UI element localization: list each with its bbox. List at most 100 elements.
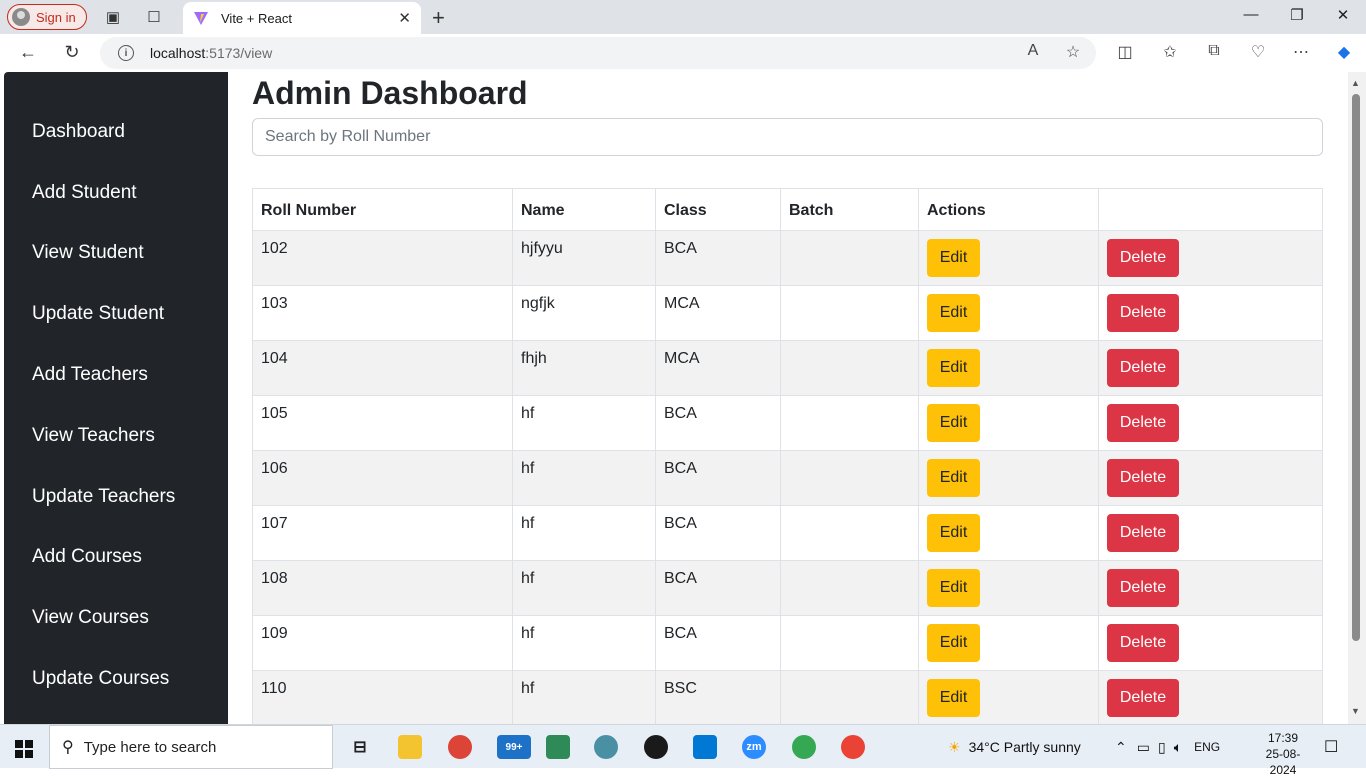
edit-button[interactable]: Edit (927, 679, 980, 717)
scroll-down-icon[interactable]: ▼ (1351, 706, 1360, 716)
cell-batch (780, 395, 919, 451)
column-header-empty (1098, 188, 1323, 231)
weather-text: 34°C Partly sunny (968, 739, 1081, 755)
sidebar-item-add-student[interactable]: Add Student (32, 182, 137, 204)
favorite-star-icon[interactable]: ☆ (1062, 42, 1084, 62)
file-explorer-icon[interactable] (398, 735, 422, 759)
favorites-icon[interactable]: ✩ (1159, 42, 1181, 62)
notifications-icon[interactable]: ☐ (1324, 725, 1338, 769)
cell-edit-action: Edit (918, 615, 1099, 671)
edit-button[interactable]: Edit (927, 404, 980, 442)
edit-button[interactable]: Edit (927, 459, 980, 497)
mongodb-icon[interactable] (644, 735, 668, 759)
sidebar-item-view-courses[interactable]: View Courses (32, 607, 149, 629)
clock-time: 17:39 (1267, 731, 1299, 745)
chrome-icon[interactable] (448, 735, 472, 759)
back-icon[interactable]: ← (16, 42, 40, 63)
cell-delete-action: Delete (1098, 395, 1323, 451)
cell-roll-number: 104 (252, 340, 513, 396)
refresh-icon[interactable]: ↻ (60, 42, 84, 63)
read-aloud-icon[interactable]: A (1022, 42, 1044, 60)
vscode-icon[interactable] (693, 735, 717, 759)
browser-essentials-icon[interactable]: ♡ (1247, 42, 1269, 62)
new-tab-icon[interactable]: + (432, 5, 445, 31)
mail-icon[interactable]: 99+ (497, 735, 531, 759)
edit-button[interactable]: Edit (927, 569, 980, 607)
split-screen-icon[interactable]: ◫ (1114, 42, 1136, 62)
edit-button[interactable]: Edit (927, 349, 980, 387)
sidebar-item-view-student[interactable]: View Student (32, 242, 144, 264)
delete-button[interactable]: Delete (1107, 624, 1179, 662)
sidebar-item-update-student[interactable]: Update Student (32, 303, 164, 325)
page-scrollbar[interactable]: ▲ ▼ (1348, 72, 1366, 724)
edit-button[interactable]: Edit (927, 239, 980, 277)
cell-roll-number: 108 (252, 560, 513, 616)
clock-date: 25-08-2024 (1265, 747, 1301, 777)
windows-start-icon[interactable] (15, 740, 33, 758)
sidebar-item-add-teachers[interactable]: Add Teachers (32, 364, 148, 386)
taskbar-clock[interactable]: 17:39 25-08-2024 (1254, 730, 1312, 778)
close-tab-icon[interactable]: ✕ (398, 9, 411, 27)
close-window-icon[interactable]: ✕ (1328, 6, 1358, 24)
task-view-icon[interactable]: ⊟ (348, 735, 372, 759)
delete-button[interactable]: Delete (1107, 679, 1179, 717)
sidebar-item-view-teachers[interactable]: View Teachers (32, 425, 155, 447)
delete-button[interactable]: Delete (1107, 239, 1179, 277)
workspaces-icon[interactable]: ▣ (103, 7, 123, 27)
cell-batch (780, 505, 919, 561)
table-row: 108 hf BCA Edit Delete (252, 560, 1323, 616)
profile-icon (12, 8, 30, 26)
sidebar-item-update-courses[interactable]: Update Courses (32, 668, 169, 690)
zoom-icon[interactable]: zm (742, 735, 766, 759)
battery-icon[interactable]: ▯ (1158, 739, 1166, 756)
site-info-icon[interactable]: i (118, 45, 134, 61)
column-header-roll-number: Roll Number (252, 188, 513, 231)
sidebar-item-update-teachers[interactable]: Update Teachers (32, 486, 175, 508)
minimize-icon[interactable]: — (1236, 6, 1266, 23)
cell-name: hjfyyu (512, 230, 656, 286)
user-app-icon[interactable] (594, 735, 618, 759)
chrome-profile-icon[interactable] (792, 735, 816, 759)
weather-icon: ☀ (948, 738, 961, 755)
taskbar-search[interactable]: ⚲ Type here to search (49, 725, 333, 769)
scrollbar-thumb[interactable] (1352, 94, 1360, 641)
cell-name: hf (512, 505, 656, 561)
tab-actions-icon[interactable]: ☐ (144, 7, 164, 27)
chrome-profile-2-icon[interactable] (841, 735, 865, 759)
sidebar-item-dashboard[interactable]: Dashboard (32, 121, 125, 143)
tray-overflow-icon[interactable]: ⌃ (1115, 739, 1127, 756)
browser-tab[interactable]: Vite + React ✕ (183, 2, 421, 34)
volume-icon[interactable]: 🔈︎ (1174, 739, 1182, 756)
address-bar[interactable]: i localhost:5173/view (100, 37, 1096, 69)
copilot-icon[interactable]: ◆ (1333, 42, 1355, 62)
delete-button[interactable]: Delete (1107, 569, 1179, 607)
students-table: Roll Number Name Class Batch Actions 102… (252, 188, 1323, 724)
restore-icon[interactable]: ❐ (1282, 6, 1312, 24)
table-row: 104 fhjh MCA Edit Delete (252, 340, 1323, 396)
search-icon: ⚲ (62, 739, 74, 756)
table-row: 107 hf BCA Edit Delete (252, 505, 1323, 561)
search-input[interactable] (252, 118, 1323, 156)
cell-delete-action: Delete (1098, 230, 1323, 286)
collections-icon[interactable]: ⧉ (1203, 42, 1225, 60)
more-menu-icon[interactable]: ⋯ (1290, 42, 1312, 62)
delete-button[interactable]: Delete (1107, 349, 1179, 387)
cell-name: hf (512, 670, 656, 724)
sign-in-button[interactable]: Sign in (7, 4, 87, 30)
sidebar-item-add-courses[interactable]: Add Courses (32, 546, 142, 568)
edit-button[interactable]: Edit (927, 294, 980, 332)
network-icon[interactable]: ▭ (1137, 739, 1150, 756)
delete-button[interactable]: Delete (1107, 294, 1179, 332)
edit-button[interactable]: Edit (927, 624, 980, 662)
edit-button[interactable]: Edit (927, 514, 980, 552)
scroll-up-icon[interactable]: ▲ (1351, 78, 1360, 88)
cell-roll-number: 103 (252, 285, 513, 341)
delete-button[interactable]: Delete (1107, 404, 1179, 442)
weather-widget[interactable]: ☀ 34°C Partly sunny (948, 725, 1081, 769)
url-path: :5173/view (205, 45, 273, 61)
delete-button[interactable]: Delete (1107, 514, 1179, 552)
notepad-icon[interactable] (546, 735, 570, 759)
language-indicator[interactable]: ENG (1194, 740, 1220, 754)
cell-class: BCA (655, 450, 781, 506)
delete-button[interactable]: Delete (1107, 459, 1179, 497)
